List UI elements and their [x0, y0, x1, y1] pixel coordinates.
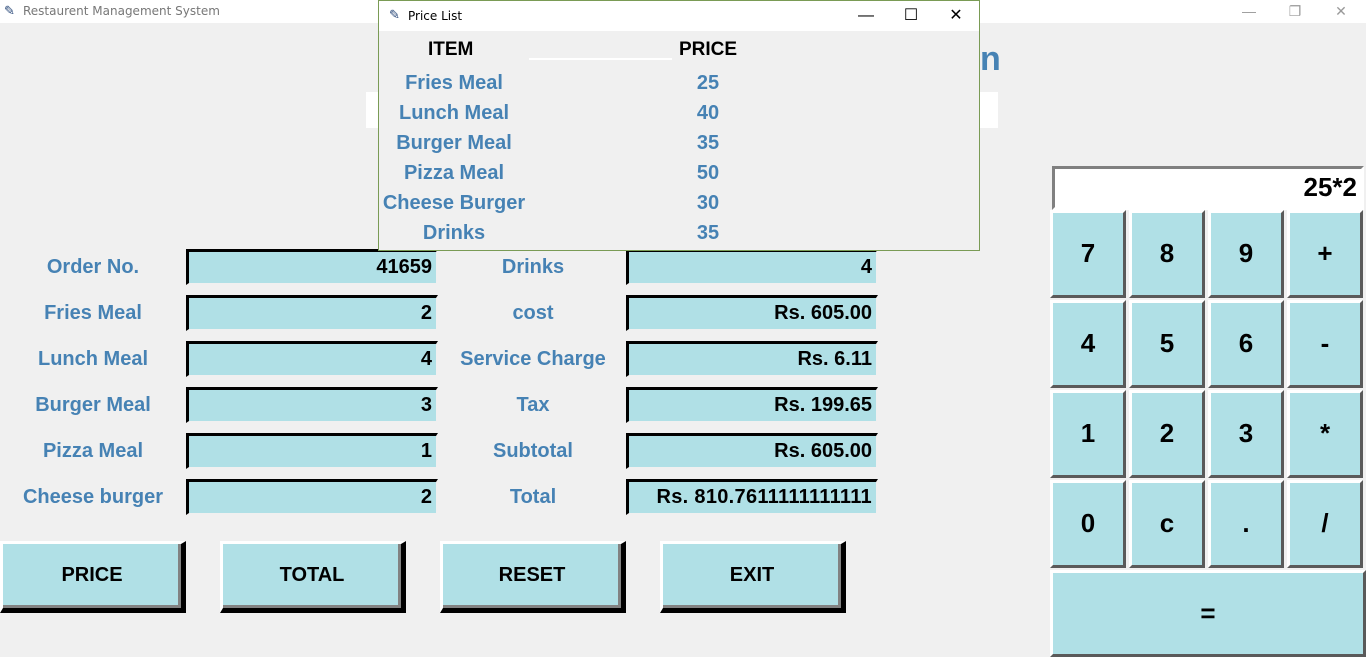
calc-key-minus[interactable]: - — [1287, 300, 1363, 388]
fries-meal-label: Fries Meal — [44, 302, 142, 324]
cheese-burger-label: Cheese burger — [22, 486, 164, 508]
calc-key-decimal[interactable]: . — [1208, 480, 1284, 568]
calc-key-5[interactable]: 5 — [1129, 300, 1205, 388]
price-list-window: ✎ Price List — ☐ ✕ ITEM PRICE Fries Meal… — [378, 0, 980, 251]
price-list-price: 35 — [696, 132, 720, 154]
cost-label: cost — [512, 302, 554, 324]
popup-minimize-button[interactable]: — — [843, 1, 889, 31]
price-list-price: 35 — [696, 222, 720, 244]
minimize-button[interactable]: — — [1226, 0, 1272, 23]
header-divider — [529, 58, 672, 60]
price-list-item: Pizza Meal — [403, 162, 505, 184]
price-list-item: Burger Meal — [396, 132, 512, 154]
total-button[interactable]: TOTAL — [220, 541, 406, 613]
calc-key-2[interactable]: 2 — [1129, 390, 1205, 478]
lunch-meal-field[interactable]: 4 — [186, 341, 438, 377]
calc-key-divide[interactable]: / — [1287, 480, 1363, 568]
price-button[interactable]: PRICE — [0, 541, 186, 613]
popup-maximize-button[interactable]: ☐ — [888, 1, 934, 31]
price-list-price: 30 — [696, 192, 720, 214]
exit-button[interactable]: EXIT — [660, 541, 846, 613]
price-list-title: Price List — [408, 9, 463, 23]
calc-key-7[interactable]: 7 — [1050, 210, 1126, 298]
price-list-item: Cheese Burger — [382, 192, 526, 214]
pizza-meal-label: Pizza Meal — [42, 440, 144, 462]
price-list-price: 40 — [696, 102, 720, 124]
calc-key-0[interactable]: 0 — [1050, 480, 1126, 568]
price-list-item: Fries Meal — [405, 72, 503, 94]
tax-label: Tax — [516, 394, 550, 416]
close-button[interactable]: ✕ — [1318, 0, 1364, 23]
total-label: Total — [509, 486, 557, 508]
burger-meal-label: Burger Meal — [35, 394, 151, 416]
price-list-price: 50 — [696, 162, 720, 184]
drinks-field[interactable]: 4 — [626, 249, 878, 285]
service-charge-field[interactable]: Rs. 6.11 — [626, 341, 878, 377]
calc-key-6[interactable]: 6 — [1208, 300, 1284, 388]
price-list-item: Lunch Meal — [398, 102, 509, 124]
price-list-price: 25 — [696, 72, 720, 94]
drinks-label: Drinks — [501, 256, 565, 278]
total-field[interactable]: Rs. 810.7611111111111 — [626, 479, 878, 515]
fries-meal-field[interactable]: 2 — [186, 295, 438, 331]
calc-key-8[interactable]: 8 — [1129, 210, 1205, 298]
calc-key-3[interactable]: 3 — [1208, 390, 1284, 478]
calc-key-plus[interactable]: + — [1287, 210, 1363, 298]
service-charge-label: Service Charge — [460, 348, 606, 370]
reset-button[interactable]: RESET — [440, 541, 626, 613]
calc-key-clear[interactable]: c — [1129, 480, 1205, 568]
subtotal-field[interactable]: Rs. 605.00 — [626, 433, 878, 469]
restore-button[interactable]: ❐ — [1272, 0, 1318, 23]
cheese-burger-field[interactable]: 2 — [186, 479, 438, 515]
calc-key-1[interactable]: 1 — [1050, 390, 1126, 478]
feather-icon: ✎ — [389, 7, 400, 22]
calc-key-multiply[interactable]: * — [1287, 390, 1363, 478]
popup-close-button[interactable]: ✕ — [933, 1, 979, 31]
lunch-meal-label: Lunch Meal — [37, 348, 148, 370]
order-no-label: Order No. — [46, 256, 140, 278]
pizza-meal-field[interactable]: 1 — [186, 433, 438, 469]
hidden-heading-fragment: n — [980, 40, 1001, 78]
price-list-item: Drinks — [422, 222, 486, 244]
price-list-titlebar: ✎ Price List — ☐ ✕ — [379, 1, 979, 31]
subtotal-label: Subtotal — [493, 440, 573, 462]
order-no-field[interactable]: 41659 — [186, 249, 438, 285]
calc-key-4[interactable]: 4 — [1050, 300, 1126, 388]
calc-key-equals[interactable]: = — [1050, 570, 1366, 657]
calc-key-9[interactable]: 9 — [1208, 210, 1284, 298]
item-column-header: ITEM — [428, 39, 474, 60]
tax-field[interactable]: Rs. 199.65 — [626, 387, 878, 423]
feather-icon: ✎ — [4, 3, 15, 18]
price-column-header: PRICE — [679, 39, 738, 60]
cost-field[interactable]: Rs. 605.00 — [626, 295, 878, 331]
burger-meal-field[interactable]: 3 — [186, 387, 438, 423]
window-title: Restaurent Management System — [23, 4, 220, 18]
calculator-display[interactable]: 25*2 — [1052, 166, 1364, 210]
